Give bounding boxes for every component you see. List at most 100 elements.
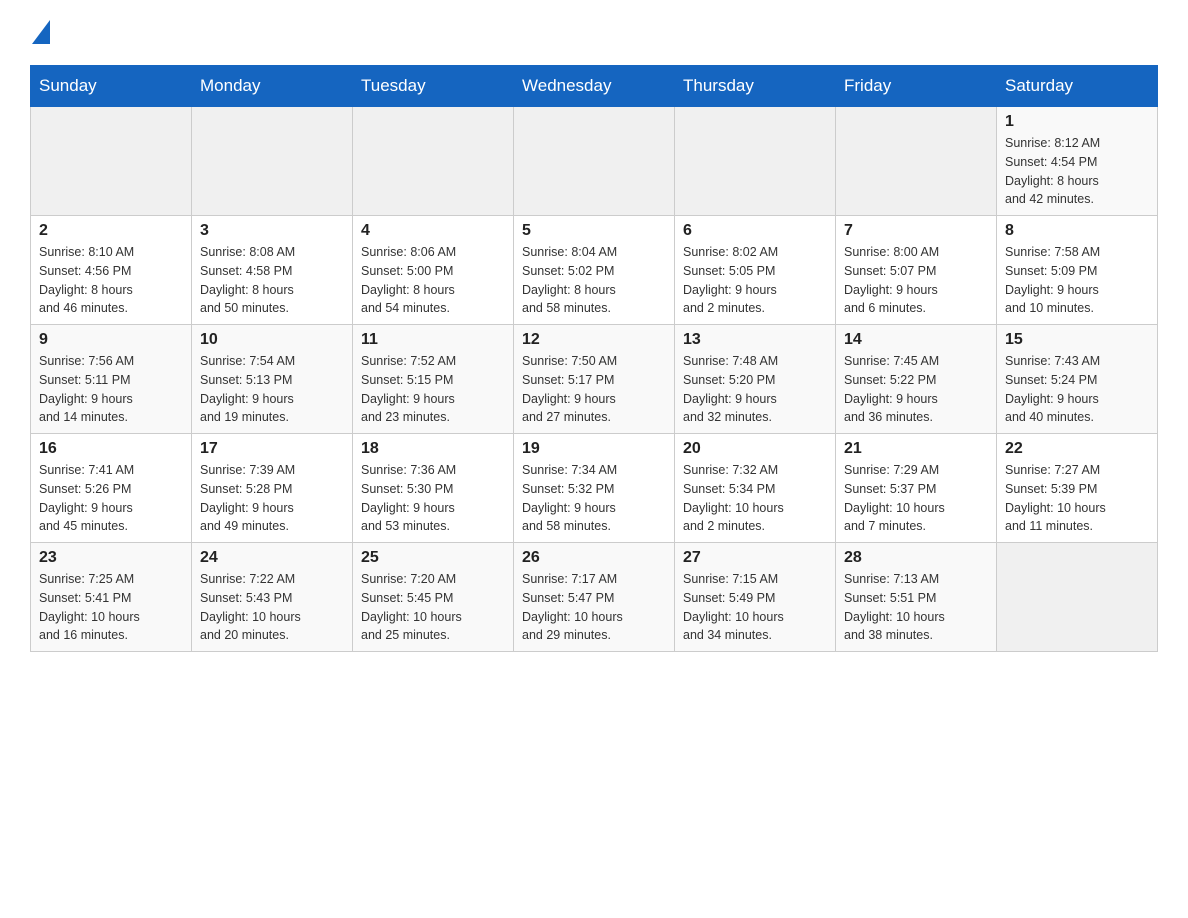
day-info: Sunrise: 7:48 AMSunset: 5:20 PMDaylight:… — [683, 352, 827, 427]
weekday-header-row: SundayMondayTuesdayWednesdayThursdayFrid… — [31, 66, 1158, 107]
weekday-header-monday: Monday — [192, 66, 353, 107]
day-number: 24 — [200, 549, 344, 567]
day-number: 10 — [200, 331, 344, 349]
day-number: 11 — [361, 331, 505, 349]
day-info: Sunrise: 8:06 AMSunset: 5:00 PMDaylight:… — [361, 243, 505, 318]
day-info: Sunrise: 7:15 AMSunset: 5:49 PMDaylight:… — [683, 570, 827, 645]
weekday-header-wednesday: Wednesday — [514, 66, 675, 107]
calendar-cell: 2 Sunrise: 8:10 AMSunset: 4:56 PMDaylight… — [31, 216, 192, 325]
calendar-cell — [31, 107, 192, 216]
day-number: 21 — [844, 440, 988, 458]
calendar-week-row: 23 Sunrise: 7:25 AMSunset: 5:41 PMDayligh… — [31, 543, 1158, 652]
calendar-week-row: 16 Sunrise: 7:41 AMSunset: 5:26 PMDayligh… — [31, 434, 1158, 543]
calendar-cell: 4 Sunrise: 8:06 AMSunset: 5:00 PMDaylight… — [353, 216, 514, 325]
day-number: 12 — [522, 331, 666, 349]
calendar-cell — [514, 107, 675, 216]
calendar-cell: 15 Sunrise: 7:43 AMSunset: 5:24 PMDayligh… — [997, 325, 1158, 434]
calendar-cell — [836, 107, 997, 216]
day-info: Sunrise: 7:39 AMSunset: 5:28 PMDaylight:… — [200, 461, 344, 536]
calendar-cell: 27 Sunrise: 7:15 AMSunset: 5:49 PMDayligh… — [675, 543, 836, 652]
calendar-cell: 7Sunrise: 8:00 AMSunset: 5:07 PMDaylight… — [836, 216, 997, 325]
day-info: Sunrise: 7:41 AMSunset: 5:26 PMDaylight:… — [39, 461, 183, 536]
day-info: Sunrise: 7:22 AMSunset: 5:43 PMDaylight:… — [200, 570, 344, 645]
day-info: Sunrise: 7:29 AMSunset: 5:37 PMDaylight:… — [844, 461, 988, 536]
calendar-cell — [353, 107, 514, 216]
calendar-cell: 6Sunrise: 8:02 AMSunset: 5:05 PMDaylight… — [675, 216, 836, 325]
day-number: 22 — [1005, 440, 1149, 458]
day-number: 26 — [522, 549, 666, 567]
calendar-cell: 18 Sunrise: 7:36 AMSunset: 5:30 PMDayligh… — [353, 434, 514, 543]
day-number: 2 — [39, 222, 183, 240]
day-info: Sunrise: 7:56 AMSunset: 5:11 PMDaylight:… — [39, 352, 183, 427]
day-number: 16 — [39, 440, 183, 458]
calendar-cell: 26 Sunrise: 7:17 AMSunset: 5:47 PMDayligh… — [514, 543, 675, 652]
calendar-cell: 1 Sunrise: 8:12 AMSunset: 4:54 PMDaylight… — [997, 107, 1158, 216]
weekday-header-tuesday: Tuesday — [353, 66, 514, 107]
day-number: 1 — [1005, 113, 1149, 131]
day-info: Sunrise: 7:45 AMSunset: 5:22 PMDaylight:… — [844, 352, 988, 427]
day-info: Sunrise: 7:50 AMSunset: 5:17 PMDaylight:… — [522, 352, 666, 427]
calendar-cell: 13 Sunrise: 7:48 AMSunset: 5:20 PMDayligh… — [675, 325, 836, 434]
calendar-table: SundayMondayTuesdayWednesdayThursdayFrid… — [30, 65, 1158, 652]
calendar-week-row: 9 Sunrise: 7:56 AMSunset: 5:11 PMDaylight… — [31, 325, 1158, 434]
weekday-header-friday: Friday — [836, 66, 997, 107]
calendar-cell — [192, 107, 353, 216]
day-info: Sunrise: 7:34 AMSunset: 5:32 PMDaylight:… — [522, 461, 666, 536]
day-info: Sunrise: 8:08 AMSunset: 4:58 PMDaylight:… — [200, 243, 344, 318]
day-info: Sunrise: 7:17 AMSunset: 5:47 PMDaylight:… — [522, 570, 666, 645]
weekday-header-saturday: Saturday — [997, 66, 1158, 107]
day-info: Sunrise: 7:13 AMSunset: 5:51 PMDaylight:… — [844, 570, 988, 645]
day-number: 28 — [844, 549, 988, 567]
calendar-cell: 25 Sunrise: 7:20 AMSunset: 5:45 PMDayligh… — [353, 543, 514, 652]
day-number: 7 — [844, 222, 988, 240]
calendar-cell: 10 Sunrise: 7:54 AMSunset: 5:13 PMDayligh… — [192, 325, 353, 434]
day-info: Sunrise: 7:52 AMSunset: 5:15 PMDaylight:… — [361, 352, 505, 427]
calendar-cell: 14 Sunrise: 7:45 AMSunset: 5:22 PMDayligh… — [836, 325, 997, 434]
day-number: 14 — [844, 331, 988, 349]
day-info: Sunrise: 7:25 AMSunset: 5:41 PMDaylight:… — [39, 570, 183, 645]
calendar-cell: 23 Sunrise: 7:25 AMSunset: 5:41 PMDayligh… — [31, 543, 192, 652]
calendar-cell: 28 Sunrise: 7:13 AMSunset: 5:51 PMDayligh… — [836, 543, 997, 652]
day-number: 25 — [361, 549, 505, 567]
day-number: 27 — [683, 549, 827, 567]
calendar-cell: 11 Sunrise: 7:52 AMSunset: 5:15 PMDayligh… — [353, 325, 514, 434]
day-number: 6 — [683, 222, 827, 240]
calendar-cell: 3 Sunrise: 8:08 AMSunset: 4:58 PMDaylight… — [192, 216, 353, 325]
day-info: Sunrise: 7:43 AMSunset: 5:24 PMDaylight:… — [1005, 352, 1149, 427]
calendar-cell: 22 Sunrise: 7:27 AMSunset: 5:39 PMDayligh… — [997, 434, 1158, 543]
weekday-header-sunday: Sunday — [31, 66, 192, 107]
calendar-cell: 5 Sunrise: 8:04 AMSunset: 5:02 PMDaylight… — [514, 216, 675, 325]
calendar-cell: 8Sunrise: 7:58 AMSunset: 5:09 PMDaylight… — [997, 216, 1158, 325]
day-info: Sunrise: 8:10 AMSunset: 4:56 PMDaylight:… — [39, 243, 183, 318]
day-number: 3 — [200, 222, 344, 240]
day-number: 15 — [1005, 331, 1149, 349]
day-info: Sunrise: 7:20 AMSunset: 5:45 PMDaylight:… — [361, 570, 505, 645]
day-number: 9 — [39, 331, 183, 349]
day-number: 20 — [683, 440, 827, 458]
logo — [30, 20, 50, 45]
logo-triangle-icon — [32, 20, 50, 49]
day-info: Sunrise: 7:32 AMSunset: 5:34 PMDaylight:… — [683, 461, 827, 536]
page-header — [30, 20, 1158, 45]
calendar-cell: 21 Sunrise: 7:29 AMSunset: 5:37 PMDayligh… — [836, 434, 997, 543]
calendar-cell: 20 Sunrise: 7:32 AMSunset: 5:34 PMDayligh… — [675, 434, 836, 543]
calendar-cell: 24 Sunrise: 7:22 AMSunset: 5:43 PMDayligh… — [192, 543, 353, 652]
calendar-cell — [997, 543, 1158, 652]
day-number: 4 — [361, 222, 505, 240]
calendar-cell: 9 Sunrise: 7:56 AMSunset: 5:11 PMDaylight… — [31, 325, 192, 434]
day-info: Sunrise: 7:27 AMSunset: 5:39 PMDaylight:… — [1005, 461, 1149, 536]
day-number: 18 — [361, 440, 505, 458]
day-number: 19 — [522, 440, 666, 458]
day-info: Sunrise: 7:36 AMSunset: 5:30 PMDaylight:… — [361, 461, 505, 536]
day-number: 13 — [683, 331, 827, 349]
day-number: 23 — [39, 549, 183, 567]
calendar-cell — [675, 107, 836, 216]
calendar-cell: 19 Sunrise: 7:34 AMSunset: 5:32 PMDayligh… — [514, 434, 675, 543]
calendar-week-row: 2 Sunrise: 8:10 AMSunset: 4:56 PMDaylight… — [31, 216, 1158, 325]
day-info: Sunrise: 7:54 AMSunset: 5:13 PMDaylight:… — [200, 352, 344, 427]
day-info: Sunrise: 7:58 AMSunset: 5:09 PMDaylight:… — [1005, 243, 1149, 318]
calendar-cell: 12 Sunrise: 7:50 AMSunset: 5:17 PMDayligh… — [514, 325, 675, 434]
day-info: Sunrise: 8:04 AMSunset: 5:02 PMDaylight:… — [522, 243, 666, 318]
day-info: Sunrise: 8:12 AMSunset: 4:54 PMDaylight:… — [1005, 134, 1149, 209]
day-number: 5 — [522, 222, 666, 240]
